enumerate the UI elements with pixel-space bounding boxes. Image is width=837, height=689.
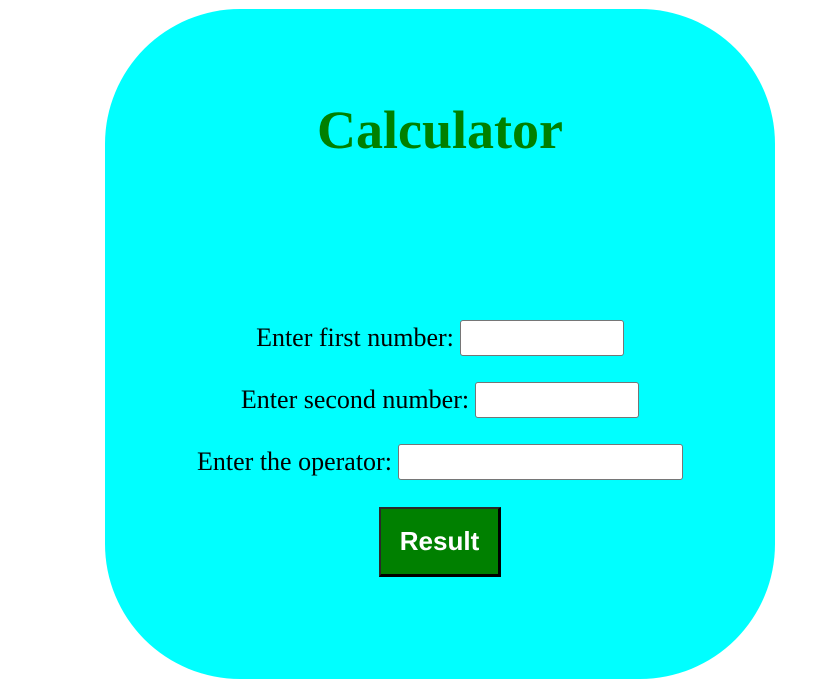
second-number-label: Enter second number: bbox=[240, 385, 470, 414]
result-button-container: Result bbox=[105, 507, 775, 577]
operator-row: Enter the operator: bbox=[105, 444, 775, 480]
second-number-input[interactable] bbox=[475, 382, 640, 418]
page-title: Calculator bbox=[317, 100, 563, 160]
first-number-row: Enter first number: bbox=[105, 320, 775, 356]
second-number-row: Enter second number: bbox=[105, 382, 775, 418]
operator-input[interactable] bbox=[397, 444, 683, 480]
operator-label: Enter the operator: bbox=[197, 447, 392, 476]
first-number-label: Enter first number: bbox=[256, 323, 454, 352]
result-button[interactable]: Result bbox=[379, 507, 501, 577]
calculator-card: Calculator Enter first number: Enter sec… bbox=[105, 9, 775, 679]
first-number-input[interactable] bbox=[459, 320, 624, 356]
